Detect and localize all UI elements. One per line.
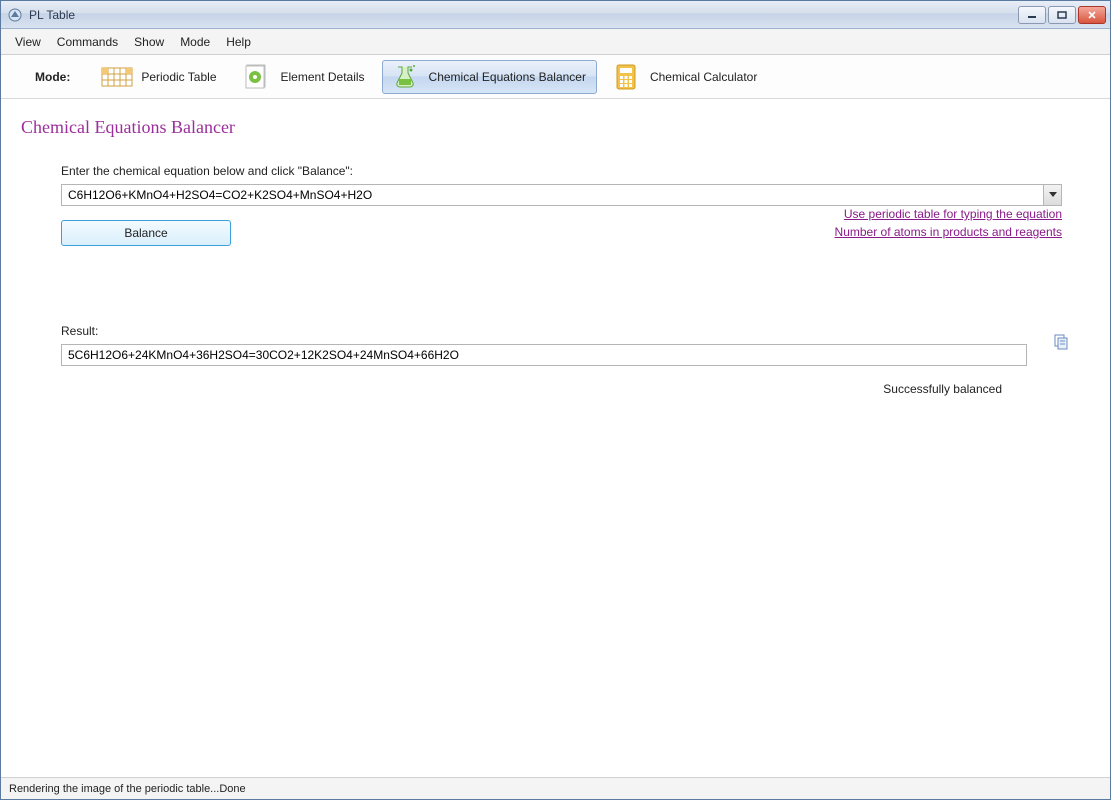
content-area: Chemical Equations Balancer Enter the ch… [1, 99, 1110, 777]
periodic-table-icon [101, 62, 133, 92]
dropdown-button[interactable] [1043, 185, 1061, 205]
mode-calculator[interactable]: Chemical Calculator [603, 60, 768, 94]
menu-help[interactable]: Help [218, 31, 259, 53]
status-bar: Rendering the image of the periodic tabl… [1, 777, 1110, 799]
result-block: Result: [61, 324, 1062, 366]
result-output[interactable] [61, 344, 1027, 366]
chevron-down-icon [1049, 192, 1057, 198]
mode-label-text: Chemical Calculator [650, 70, 757, 84]
mode-toolbar: Mode: Periodic Table [1, 55, 1110, 99]
mode-label-text: Periodic Table [141, 70, 216, 84]
element-details-icon [241, 62, 273, 92]
equation-input-label: Enter the chemical equation below and cl… [61, 164, 1062, 178]
equation-input[interactable] [62, 185, 1043, 205]
link-atom-count[interactable]: Number of atoms in products and reagents [835, 225, 1062, 239]
mode-element-details[interactable]: Element Details [234, 60, 376, 94]
menu-mode[interactable]: Mode [172, 31, 218, 53]
mode-periodic-table[interactable]: Periodic Table [94, 60, 227, 94]
balance-button[interactable]: Balance [61, 220, 231, 246]
close-button[interactable] [1078, 6, 1106, 24]
copy-icon[interactable] [1052, 333, 1070, 354]
minimize-button[interactable] [1018, 6, 1046, 24]
helper-links: Use periodic table for typing the equati… [835, 207, 1062, 243]
menu-view[interactable]: View [7, 31, 49, 53]
mode-label: Mode: [35, 70, 70, 84]
balance-button-label: Balance [124, 226, 167, 240]
equation-combobox[interactable] [61, 184, 1062, 206]
menu-commands[interactable]: Commands [49, 31, 126, 53]
result-label: Result: [61, 324, 1062, 338]
app-icon [7, 7, 23, 23]
mode-equations-balancer[interactable]: Chemical Equations Balancer [382, 60, 597, 94]
title-bar: PL Table [1, 1, 1110, 29]
maximize-button[interactable] [1048, 6, 1076, 24]
mode-label-text: Element Details [281, 70, 365, 84]
window-title: PL Table [29, 8, 1018, 22]
link-periodic-table[interactable]: Use periodic table for typing the equati… [835, 207, 1062, 221]
calculator-icon [610, 62, 642, 92]
flask-icon [389, 62, 421, 92]
balance-status: Successfully balanced [61, 382, 1002, 396]
page-title: Chemical Equations Balancer [21, 117, 1090, 138]
window-controls [1018, 6, 1106, 24]
form-area: Enter the chemical equation below and cl… [61, 164, 1062, 396]
status-bar-text: Rendering the image of the periodic tabl… [9, 783, 246, 795]
menu-bar: View Commands Show Mode Help [1, 29, 1110, 55]
menu-show[interactable]: Show [126, 31, 172, 53]
mode-label-text: Chemical Equations Balancer [429, 70, 586, 84]
